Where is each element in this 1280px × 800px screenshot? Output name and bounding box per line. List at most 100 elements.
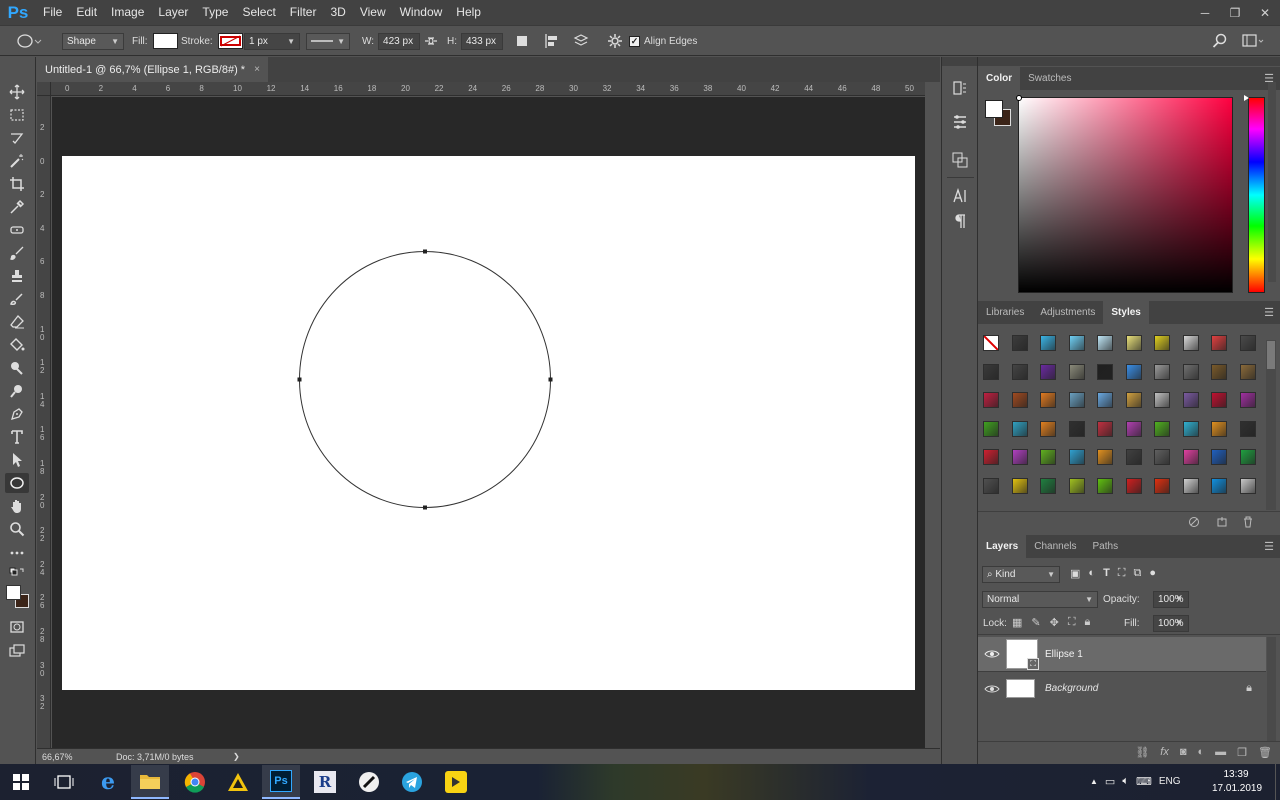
layer-filter-select[interactable]: ⌕ Kind ▼ bbox=[982, 566, 1060, 583]
style-swatch[interactable] bbox=[983, 449, 999, 465]
screen-mode-button[interactable] bbox=[5, 641, 29, 661]
hamburger-menu-icon[interactable]: ☰ bbox=[1264, 306, 1274, 319]
image-filter-icon[interactable]: ▣ bbox=[1070, 567, 1080, 580]
anchor-point-top[interactable] bbox=[423, 249, 427, 254]
style-swatch[interactable] bbox=[1068, 420, 1085, 437]
tool-mode-select[interactable]: Shape ▼ bbox=[62, 32, 124, 50]
restore-button[interactable]: ❐ bbox=[1220, 0, 1250, 25]
quick-mask-button[interactable] bbox=[5, 617, 29, 637]
chevron-down-icon[interactable]: ▼ bbox=[1175, 594, 1183, 603]
style-swatch[interactable] bbox=[1154, 449, 1170, 465]
lock-artboard-icon[interactable]: ⛶ bbox=[1068, 616, 1076, 629]
volume-icon[interactable]: 🔈︎ bbox=[1122, 775, 1129, 788]
chevron-up-icon[interactable]: ▲ bbox=[1090, 777, 1098, 786]
menu-image[interactable]: Image bbox=[104, 0, 151, 25]
style-swatch[interactable] bbox=[1040, 420, 1056, 437]
fill-input[interactable]: 100% bbox=[1153, 615, 1189, 632]
style-swatch[interactable] bbox=[1211, 363, 1227, 380]
filter-toggle-icon[interactable]: ● bbox=[1149, 567, 1156, 580]
style-swatch[interactable] bbox=[1125, 449, 1142, 465]
anchor-point-left[interactable] bbox=[297, 377, 302, 382]
gear-icon[interactable] bbox=[607, 33, 623, 49]
task-view-button[interactable] bbox=[45, 765, 83, 799]
chrome-taskbar-button[interactable] bbox=[176, 765, 214, 799]
style-swatch[interactable] bbox=[1211, 477, 1227, 494]
menu-type[interactable]: Type bbox=[195, 0, 235, 25]
pen-tool[interactable] bbox=[5, 404, 29, 424]
player-taskbar-button[interactable] bbox=[437, 765, 475, 799]
style-swatch[interactable] bbox=[1097, 477, 1113, 494]
menu-select[interactable]: Select bbox=[235, 0, 282, 25]
style-swatch[interactable] bbox=[983, 363, 999, 380]
eraser-tool[interactable] bbox=[5, 312, 29, 332]
shape-filter-icon[interactable]: ⛶ bbox=[1118, 567, 1126, 580]
style-swatch[interactable] bbox=[1182, 392, 1199, 408]
properties-panel-button[interactable] bbox=[949, 111, 971, 133]
trash-icon[interactable]: 🗑︎ bbox=[1258, 746, 1272, 764]
pen-app-taskbar-button[interactable] bbox=[350, 765, 388, 799]
trash-icon[interactable] bbox=[1242, 516, 1254, 528]
menu-view[interactable]: View bbox=[353, 0, 393, 25]
paint-bucket-tool[interactable] bbox=[5, 335, 29, 355]
height-input[interactable]: 433 px bbox=[461, 32, 503, 50]
style-swatch[interactable] bbox=[1182, 363, 1199, 380]
quick-selection-tool[interactable] bbox=[5, 151, 29, 171]
menu-3d[interactable]: 3D bbox=[323, 0, 352, 25]
style-swatch[interactable] bbox=[1125, 420, 1142, 437]
tab-libraries[interactable]: Libraries bbox=[978, 301, 1032, 324]
style-swatch[interactable] bbox=[1011, 420, 1028, 437]
smart-object-filter-icon[interactable]: ⧉ bbox=[1134, 567, 1142, 580]
style-swatch[interactable] bbox=[1211, 392, 1227, 408]
tab-color[interactable]: Color bbox=[978, 67, 1021, 90]
panel-collapse-bar[interactable] bbox=[978, 57, 1280, 66]
style-swatch[interactable] bbox=[983, 392, 999, 408]
hamburger-menu-icon[interactable]: ☰ bbox=[1264, 540, 1274, 553]
minimize-button[interactable]: ─ bbox=[1190, 0, 1220, 25]
language-indicator[interactable]: ENG bbox=[1159, 776, 1181, 787]
menu-filter[interactable]: Filter bbox=[283, 0, 324, 25]
document-tab[interactable]: Untitled-1 @ 66,7% (Ellipse 1, RGB/8#) *… bbox=[37, 57, 268, 82]
show-desktop-button[interactable] bbox=[1275, 764, 1280, 800]
tab-styles[interactable]: Styles bbox=[1103, 301, 1149, 324]
adjustment-layer-icon[interactable]: ◐ bbox=[1198, 746, 1205, 764]
adjustment-filter-icon[interactable]: ◐ bbox=[1088, 567, 1095, 580]
lock-pixels-icon[interactable]: ✎ bbox=[1031, 616, 1040, 629]
eye-icon[interactable] bbox=[978, 637, 1006, 671]
style-swatch[interactable] bbox=[1211, 449, 1227, 465]
style-swatch[interactable] bbox=[1097, 363, 1113, 380]
path-selection-tool[interactable] bbox=[5, 450, 29, 470]
stroke-swatch[interactable] bbox=[217, 33, 243, 49]
ellipse-shape[interactable] bbox=[295, 246, 557, 514]
style-swatch[interactable] bbox=[1211, 335, 1227, 351]
hand-tool[interactable] bbox=[5, 496, 29, 516]
style-swatch[interactable] bbox=[1068, 449, 1085, 465]
style-swatch[interactable] bbox=[1154, 477, 1170, 494]
archicad-taskbar-button[interactable] bbox=[219, 765, 257, 799]
style-swatch[interactable] bbox=[1182, 477, 1199, 494]
zoom-level[interactable]: 66,67% bbox=[42, 752, 73, 762]
align-edges-checkbox[interactable]: ✓ bbox=[629, 35, 640, 47]
fill-swatch[interactable] bbox=[152, 33, 178, 49]
layer-style-icon[interactable]: fx bbox=[1160, 746, 1169, 764]
style-swatch[interactable] bbox=[1154, 335, 1170, 351]
style-swatch[interactable] bbox=[983, 335, 999, 351]
style-swatch[interactable] bbox=[1097, 420, 1113, 437]
color-picker-swatches[interactable] bbox=[5, 584, 31, 610]
color-panel-scrollbar[interactable] bbox=[1268, 82, 1276, 282]
anchor-point-right[interactable] bbox=[548, 377, 553, 382]
marquee-tool[interactable] bbox=[5, 105, 29, 125]
style-swatch[interactable] bbox=[1239, 392, 1256, 408]
style-swatch[interactable] bbox=[1011, 335, 1028, 351]
tab-paths[interactable]: Paths bbox=[1085, 535, 1127, 558]
style-swatch[interactable] bbox=[1040, 449, 1056, 465]
anchor-point-bottom[interactable] bbox=[423, 505, 427, 510]
style-swatch[interactable] bbox=[1125, 335, 1142, 351]
style-swatch[interactable] bbox=[1011, 477, 1028, 494]
style-swatch[interactable] bbox=[1097, 392, 1113, 408]
style-swatch[interactable] bbox=[1040, 477, 1056, 494]
character-panel-button[interactable] bbox=[949, 185, 971, 207]
eye-icon[interactable] bbox=[978, 672, 1006, 706]
blend-mode-select[interactable]: Normal ▼ bbox=[982, 591, 1098, 608]
default-colors-button[interactable] bbox=[5, 566, 29, 580]
revit-taskbar-button[interactable]: R bbox=[306, 765, 344, 799]
